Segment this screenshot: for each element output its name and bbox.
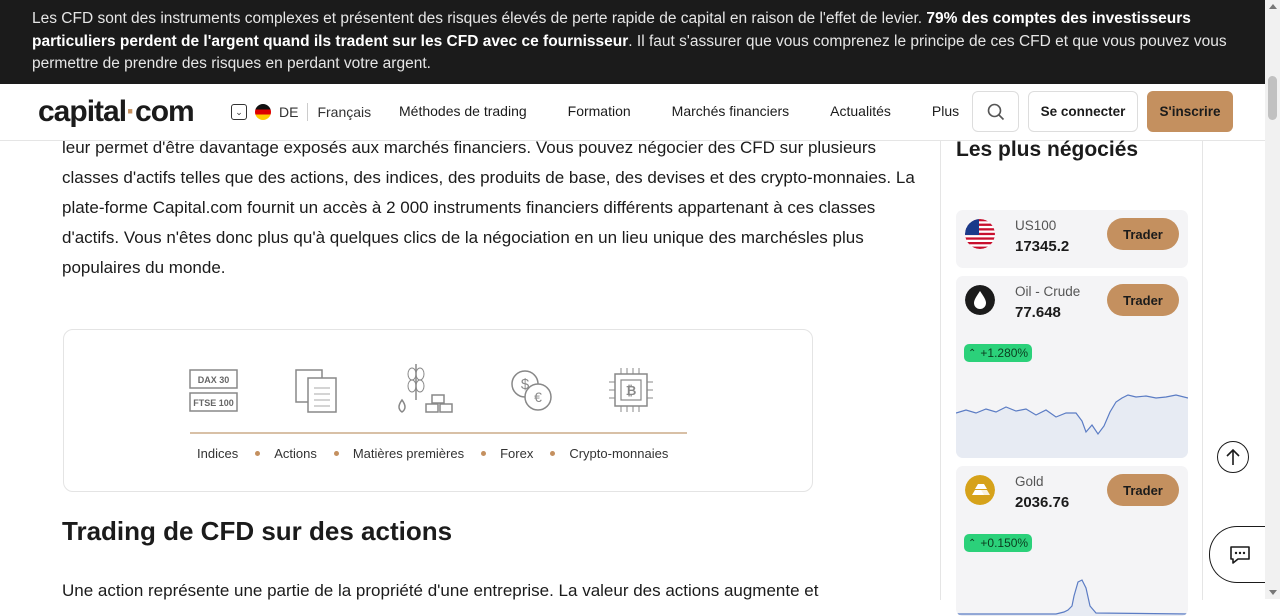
oil-sparkline-chart — [956, 394, 1188, 458]
arrow-up-icon — [1226, 448, 1240, 465]
bullet — [333, 451, 339, 456]
article-paragraph: leur permet d'être davantage exposés aux… — [62, 138, 915, 277]
capital-com-logo[interactable]: capital·com — [38, 95, 195, 129]
most-traded-sidebar: Les plus négociés US100 17345.2 Trader O… — [940, 138, 1203, 616]
instrument-card-oil[interactable]: Oil - Crude 77.648 Trader ⌃ +1.280% — [956, 276, 1188, 458]
instrument-card-us100[interactable]: US100 17345.2 Trader — [956, 210, 1188, 268]
label-actions: Actions — [274, 446, 317, 461]
section-heading: Trading de CFD sur des actions — [62, 516, 453, 546]
login-button[interactable]: Se connecter — [1028, 91, 1138, 132]
nav-markets[interactable]: Marchés financiers — [672, 103, 790, 119]
nav-more[interactable]: Plus — [932, 103, 959, 119]
risk-warning-text: Les CFD sont des instruments complexes e… — [32, 10, 927, 27]
commodities-icon — [392, 360, 456, 421]
oil-drop-icon — [965, 285, 995, 315]
label-forex: Forex — [500, 446, 534, 461]
instrument-name: Gold — [1015, 474, 1044, 489]
instrument-price: 77.648 — [1015, 304, 1061, 321]
gold-bars-icon — [965, 475, 995, 505]
ftse-label: FTSE 100 — [193, 398, 234, 408]
risk-warning-banner: Les CFD sont des instruments complexes e… — [0, 0, 1265, 84]
logo-tld: com — [135, 95, 195, 128]
scrollbar-thumb[interactable] — [1268, 76, 1277, 120]
scroll-down-arrow-icon[interactable] — [1269, 590, 1277, 595]
divider-line — [190, 432, 687, 434]
chat-button[interactable] — [1209, 526, 1269, 583]
forex-icon: $ € — [507, 366, 555, 419]
instrument-price: 17345.2 — [1015, 238, 1070, 255]
trade-button[interactable]: Trader — [1107, 474, 1179, 506]
instrument-name: US100 — [1015, 218, 1057, 233]
indices-icon: DAX 30 FTSE 100 — [189, 366, 239, 419]
chevron-up-icon: ⌃ — [968, 347, 977, 359]
instrument-name: Oil - Crude — [1015, 284, 1081, 299]
nav-education[interactable]: Formation — [568, 103, 631, 119]
search-icon — [987, 103, 1004, 120]
svg-text:€: € — [534, 389, 542, 405]
instrument-card-gold[interactable]: Gold 2036.76 Trader ⌃ +0.150% — [956, 466, 1188, 616]
bullet — [481, 451, 487, 456]
main-nav: Méthodes de trading Formation Marchés fi… — [399, 103, 1000, 119]
germany-flag-icon — [255, 104, 271, 120]
country-code: DE — [279, 104, 299, 120]
change-badge: ⌃ +1.280% — [964, 344, 1033, 362]
language-selector[interactable]: ⌄ DE Français — [231, 103, 371, 121]
us-flag-icon — [965, 219, 995, 249]
signup-button[interactable]: S'inscrire — [1147, 91, 1233, 132]
chevron-down-icon[interactable]: ⌄ — [231, 104, 247, 120]
label-crypto: Crypto-monnaies — [569, 446, 669, 461]
chat-bubble-icon — [1229, 545, 1250, 564]
page-scrollbar[interactable] — [1265, 0, 1280, 599]
divider — [307, 103, 309, 121]
search-button[interactable] — [972, 91, 1019, 132]
trade-button[interactable]: Trader — [1107, 218, 1179, 250]
scroll-to-top-button[interactable] — [1217, 441, 1249, 473]
label-commodities: Matières premières — [352, 446, 465, 461]
change-badge: ⌃ +0.150% — [964, 534, 1033, 552]
instrument-price: 2036.76 — [1015, 494, 1070, 511]
dax-label: DAX 30 — [198, 375, 230, 385]
svg-text:₿: ₿ — [626, 383, 637, 398]
article-paragraph-2: Une action représente une partie de la p… — [62, 581, 819, 600]
label-indices: Indices — [197, 446, 239, 461]
documents-icon — [294, 366, 340, 419]
language-label[interactable]: Français — [317, 104, 371, 120]
crypto-chip-icon: ₿ — [607, 366, 655, 419]
sidebar-title: Les plus négociés — [956, 138, 1139, 161]
nav-trading-methods[interactable]: Méthodes de trading — [399, 103, 527, 119]
bullet — [550, 451, 556, 456]
asset-classes-illustration: DAX 30 FTSE 100 $ € ₿ Indices Actions Mat… — [63, 329, 813, 492]
logo-text: capital — [38, 95, 127, 128]
gold-sparkline-chart — [956, 579, 1188, 616]
bullet — [255, 451, 261, 456]
nav-news[interactable]: Actualités — [830, 103, 891, 119]
trade-button[interactable]: Trader — [1107, 284, 1179, 316]
chevron-up-icon: ⌃ — [968, 537, 977, 549]
change-value: +0.150% — [980, 536, 1029, 550]
change-value: +1.280% — [980, 346, 1029, 360]
logo-dot: · — [126, 95, 136, 128]
scroll-up-arrow-icon[interactable] — [1269, 4, 1277, 9]
asset-class-labels: Indices Actions Matières premières Forex… — [197, 446, 668, 461]
